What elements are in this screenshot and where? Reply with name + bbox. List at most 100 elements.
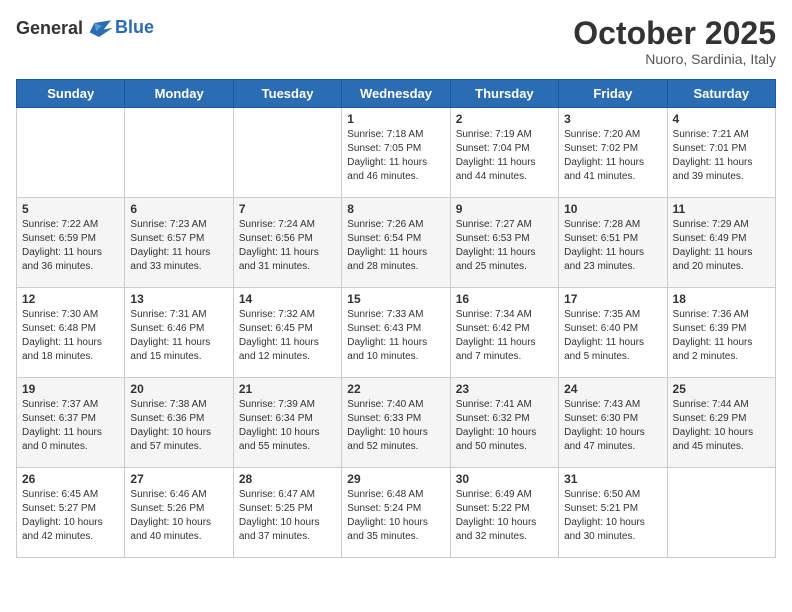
day-number: 13 [130,292,227,306]
calendar-cell: 3Sunrise: 7:20 AMSunset: 7:02 PMDaylight… [559,108,667,198]
weekday-header-row: SundayMondayTuesdayWednesdayThursdayFrid… [17,80,776,108]
calendar-cell: 30 Sunrise: 6:49 AMSunset: 5:22 PMDayligh… [450,468,558,558]
calendar-cell: 8 Sunrise: 7:26 AMSunset: 6:54 PMDaylight… [342,198,450,288]
day-info: Sunrise: 7:37 AMSunset: 6:37 PMDaylight:… [22,398,119,454]
day-info: Sunrise: 7:40 AMSunset: 6:33 PMDaylight:… [347,398,444,454]
calendar-cell: 10 Sunrise: 7:28 AMSunset: 6:51 PMDayligh… [559,198,667,288]
week-row-2: 5 Sunrise: 7:22 AMSunset: 6:59 PMDaylight… [17,198,776,288]
calendar-cell [233,108,341,198]
day-number: 11 [673,202,770,216]
calendar-cell: 5 Sunrise: 7:22 AMSunset: 6:59 PMDaylight… [17,198,125,288]
logo-general: General [16,18,83,38]
day-number: 20 [130,382,227,396]
day-info: Sunrise: 7:30 AMSunset: 6:48 PMDaylight:… [22,308,119,364]
calendar-cell: 2 Sunrise: 7:19 AMSunset: 7:04 PMDaylight… [450,108,558,198]
calendar-cell: 25Sunrise: 7:44 AMSunset: 6:29 PMDayligh… [667,378,775,468]
day-info: Sunrise: 7:21 AMSunset: 7:01 PMDaylight:… [673,128,770,184]
weekday-header-wednesday: Wednesday [342,80,450,108]
week-row-4: 19Sunrise: 7:37 AMSunset: 6:37 PMDayligh… [17,378,776,468]
day-number: 14 [239,292,336,306]
day-info: Sunrise: 7:43 AMSunset: 6:30 PMDaylight:… [564,398,661,454]
day-info: Sunrise: 7:41 AMSunset: 6:32 PMDaylight:… [456,398,553,454]
weekday-header-monday: Monday [125,80,233,108]
day-info: Sunrise: 7:23 AMSunset: 6:57 PMDaylight:… [130,218,227,274]
calendar-cell: 6 Sunrise: 7:23 AMSunset: 6:57 PMDaylight… [125,198,233,288]
day-info: Sunrise: 7:38 AMSunset: 6:36 PMDaylight:… [130,398,227,454]
logo: General Blue [16,16,154,44]
day-info: Sunrise: 7:27 AMSunset: 6:53 PMDaylight:… [456,218,553,274]
day-number: 17 [564,292,661,306]
day-number: 30 [456,472,553,486]
calendar-cell: 13 Sunrise: 7:31 AMSunset: 6:46 PMDayligh… [125,288,233,378]
day-info: Sunrise: 6:50 AMSunset: 5:21 PMDaylight:… [564,488,661,544]
day-number: 23 [456,382,553,396]
day-info: Sunrise: 6:48 AMSunset: 5:24 PMDaylight:… [347,488,444,544]
calendar-cell [125,108,233,198]
day-number: 28 [239,472,336,486]
day-info: Sunrise: 7:35 AMSunset: 6:40 PMDaylight:… [564,308,661,364]
day-number: 10 [564,202,661,216]
day-info: Sunrise: 7:29 AMSunset: 6:49 PMDaylight:… [673,218,770,274]
day-info: Sunrise: 7:18 AMSunset: 7:05 PMDaylight:… [347,128,444,184]
day-info: Sunrise: 7:44 AMSunset: 6:29 PMDaylight:… [673,398,770,454]
day-number: 15 [347,292,444,306]
calendar-cell: 16Sunrise: 7:34 AMSunset: 6:42 PMDayligh… [450,288,558,378]
day-info: Sunrise: 7:22 AMSunset: 6:59 PMDaylight:… [22,218,119,274]
weekday-header-tuesday: Tuesday [233,80,341,108]
calendar-cell: 18Sunrise: 7:36 AMSunset: 6:39 PMDayligh… [667,288,775,378]
day-number: 3 [564,112,661,126]
day-info: Sunrise: 7:28 AMSunset: 6:51 PMDaylight:… [564,218,661,274]
calendar-cell: 28 Sunrise: 6:47 AMSunset: 5:25 PMDayligh… [233,468,341,558]
calendar-cell: 14Sunrise: 7:32 AMSunset: 6:45 PMDayligh… [233,288,341,378]
calendar-table: SundayMondayTuesdayWednesdayThursdayFrid… [16,79,776,558]
day-info: Sunrise: 7:26 AMSunset: 6:54 PMDaylight:… [347,218,444,274]
calendar-cell: 24Sunrise: 7:43 AMSunset: 6:30 PMDayligh… [559,378,667,468]
weekday-header-friday: Friday [559,80,667,108]
weekday-header-saturday: Saturday [667,80,775,108]
day-info: Sunrise: 7:33 AMSunset: 6:43 PMDaylight:… [347,308,444,364]
calendar-cell: 31 Sunrise: 6:50 AMSunset: 5:21 PMDayligh… [559,468,667,558]
day-info: Sunrise: 7:24 AMSunset: 6:56 PMDaylight:… [239,218,336,274]
weekday-header-thursday: Thursday [450,80,558,108]
calendar-cell: 17 Sunrise: 7:35 AMSunset: 6:40 PMDayligh… [559,288,667,378]
day-number: 26 [22,472,119,486]
calendar-cell: 22 Sunrise: 7:40 AMSunset: 6:33 PMDayligh… [342,378,450,468]
day-info: Sunrise: 7:39 AMSunset: 6:34 PMDaylight:… [239,398,336,454]
calendar-cell: 21 Sunrise: 7:39 AMSunset: 6:34 PMDayligh… [233,378,341,468]
day-info: Sunrise: 6:47 AMSunset: 5:25 PMDaylight:… [239,488,336,544]
day-number: 29 [347,472,444,486]
location: Nuoro, Sardinia, Italy [573,51,776,67]
day-number: 31 [564,472,661,486]
day-number: 16 [456,292,553,306]
day-number: 1 [347,112,444,126]
day-number: 5 [22,202,119,216]
calendar-cell: 29 Sunrise: 6:48 AMSunset: 5:24 PMDayligh… [342,468,450,558]
day-number: 9 [456,202,553,216]
week-row-3: 12 Sunrise: 7:30 AMSunset: 6:48 PMDayligh… [17,288,776,378]
title-block: October 2025 Nuoro, Sardinia, Italy [573,16,776,67]
day-number: 6 [130,202,227,216]
day-info: Sunrise: 7:36 AMSunset: 6:39 PMDaylight:… [673,308,770,364]
calendar-cell: 11 Sunrise: 7:29 AMSunset: 6:49 PMDayligh… [667,198,775,288]
day-info: Sunrise: 6:49 AMSunset: 5:22 PMDaylight:… [456,488,553,544]
week-row-1: 1 Sunrise: 7:18 AMSunset: 7:05 PMDaylight… [17,108,776,198]
month-title: October 2025 [573,16,776,51]
calendar-cell: 20 Sunrise: 7:38 AMSunset: 6:36 PMDayligh… [125,378,233,468]
day-number: 12 [22,292,119,306]
calendar-cell: 9 Sunrise: 7:27 AMSunset: 6:53 PMDaylight… [450,198,558,288]
day-number: 7 [239,202,336,216]
day-number: 4 [673,112,770,126]
calendar-cell: 1 Sunrise: 7:18 AMSunset: 7:05 PMDaylight… [342,108,450,198]
calendar-cell: 19Sunrise: 7:37 AMSunset: 6:37 PMDayligh… [17,378,125,468]
day-info: Sunrise: 7:31 AMSunset: 6:46 PMDaylight:… [130,308,227,364]
day-number: 8 [347,202,444,216]
calendar-cell: 27Sunrise: 6:46 AMSunset: 5:26 PMDayligh… [125,468,233,558]
day-number: 21 [239,382,336,396]
calendar-cell [17,108,125,198]
day-info: Sunrise: 6:45 AMSunset: 5:27 PMDaylight:… [22,488,119,544]
day-number: 22 [347,382,444,396]
logo-blue: Blue [115,17,154,38]
day-number: 2 [456,112,553,126]
day-info: Sunrise: 7:19 AMSunset: 7:04 PMDaylight:… [456,128,553,184]
logo-bird-icon [85,16,113,44]
